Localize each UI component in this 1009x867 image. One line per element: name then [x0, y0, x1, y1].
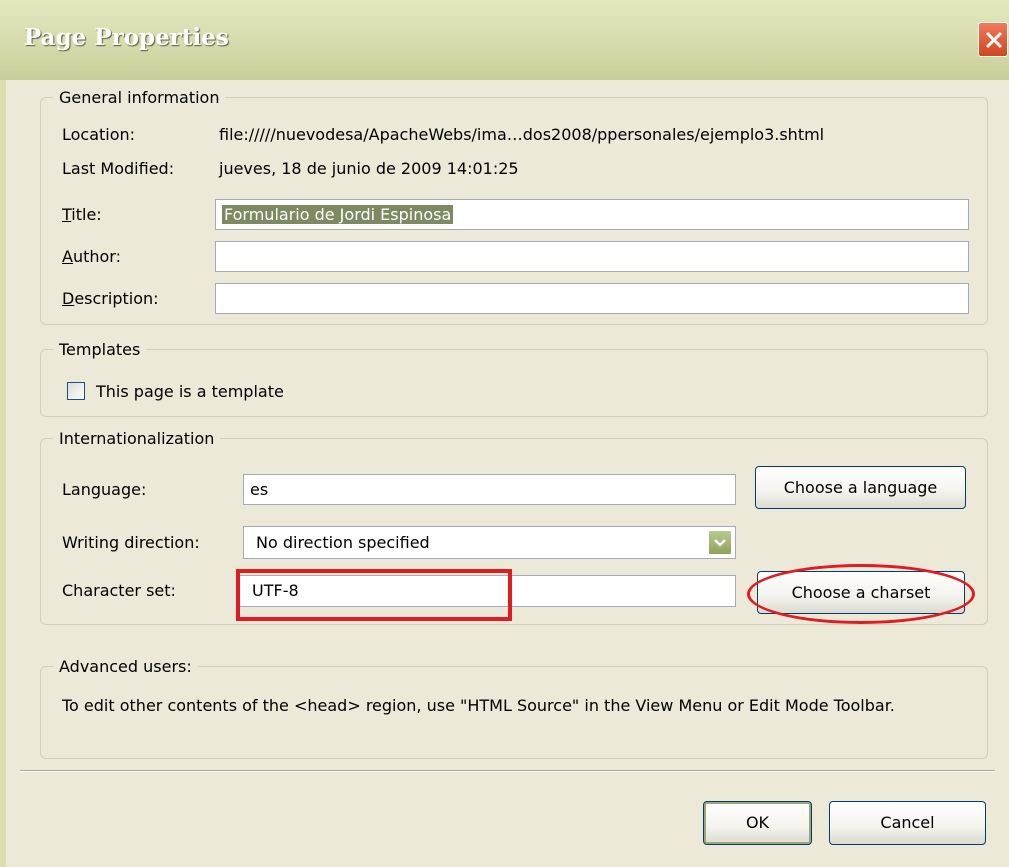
title-field[interactable]: Formulario de Jordi Espinosa	[215, 199, 969, 230]
cancel-button[interactable]: Cancel	[829, 801, 986, 845]
dropdown-arrow-button[interactable]	[708, 530, 732, 555]
advanced-users-text: To edit other contents of the <head> reg…	[62, 696, 895, 715]
chevron-down-icon	[714, 539, 726, 547]
choose-language-button[interactable]: Choose a language	[755, 466, 966, 509]
description-field[interactable]	[215, 283, 969, 314]
general-info-legend: General information	[59, 88, 220, 107]
internationalization-legend: Internationalization	[59, 429, 215, 448]
title-bar: Page Properties	[0, 0, 1009, 80]
highlight-ellipse	[747, 564, 975, 624]
last-modified-label: Last Modified:	[62, 159, 175, 178]
author-label: Author:	[62, 247, 121, 266]
writing-direction-select[interactable]: No direction specified	[243, 526, 736, 559]
template-checkbox[interactable]	[67, 382, 85, 400]
close-icon	[985, 31, 1003, 49]
character-set-label: Character set:	[62, 581, 176, 600]
language-label: Language:	[62, 480, 147, 499]
writing-direction-value: No direction specified	[256, 533, 430, 552]
writing-direction-label: Writing direction:	[62, 533, 200, 552]
window-frame	[0, 80, 6, 867]
close-button[interactable]	[978, 22, 1008, 57]
location-value: file://///nuevodesa/ApacheWebs/ima…dos20…	[219, 125, 825, 144]
divider	[20, 770, 995, 772]
template-checkbox-label: This page is a template	[96, 382, 284, 401]
last-modified-value: jueves, 18 de junio de 2009 14:01:25	[219, 159, 519, 178]
advanced-users-legend: Advanced users:	[59, 657, 192, 676]
highlight-rectangle	[236, 569, 512, 621]
window-title: Page Properties	[24, 24, 229, 51]
templates-legend: Templates	[59, 340, 141, 359]
description-label: Description:	[62, 289, 159, 308]
templates-group: Templates	[40, 340, 988, 417]
language-field[interactable]: es	[243, 474, 736, 505]
author-field[interactable]	[215, 241, 969, 272]
title-field-value: Formulario de Jordi Espinosa	[222, 205, 454, 224]
location-label: Location:	[62, 125, 136, 144]
ok-button[interactable]: OK	[703, 801, 812, 845]
title-label: Title:	[62, 205, 102, 224]
